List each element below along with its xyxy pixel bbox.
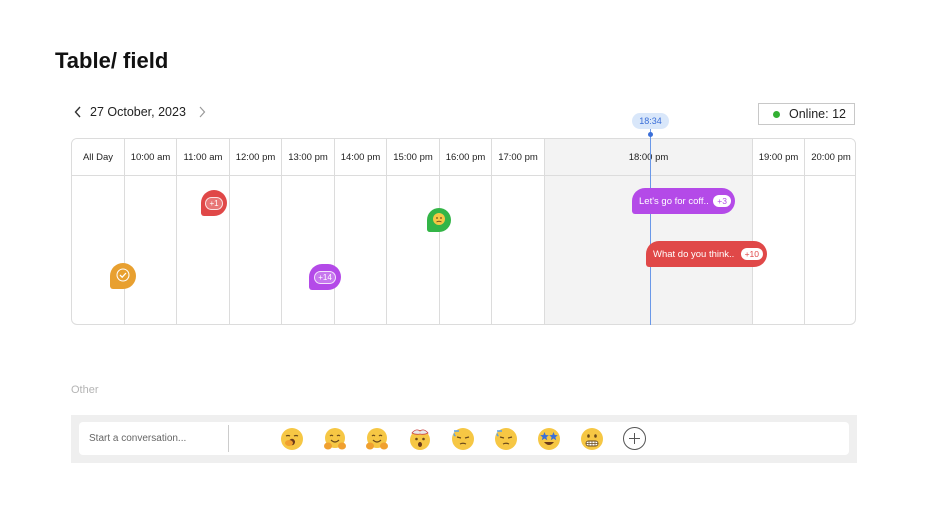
column-20pm: 20:00 pm bbox=[805, 139, 855, 324]
conversation-input[interactable]: Start a conversation... bbox=[79, 422, 849, 455]
column-header: 10:00 am bbox=[125, 139, 176, 176]
column-11am: 11:00 am bbox=[177, 139, 230, 324]
schedule-grid: All Day 10:00 am 11:00 am 12:00 pm 13:00… bbox=[71, 138, 856, 325]
column-13pm: 13:00 pm bbox=[282, 139, 335, 324]
plus-circle-icon[interactable] bbox=[623, 427, 646, 450]
column-header: 12:00 pm bbox=[230, 139, 281, 176]
hugging-face-emoji-icon[interactable] bbox=[323, 427, 347, 451]
all-day-event[interactable] bbox=[110, 263, 136, 289]
column-header: 11:00 am bbox=[177, 139, 229, 176]
event-pill-coffee[interactable]: Let's go for coff.. +3 bbox=[632, 188, 735, 214]
column-header: All Day bbox=[72, 139, 124, 176]
current-time-label: 18:34 bbox=[632, 113, 669, 129]
online-status: Online: 12 bbox=[758, 103, 855, 125]
other-section-label: Other bbox=[71, 384, 99, 396]
current-time-dot bbox=[648, 132, 653, 137]
date-navigator: 27 October, 2023 bbox=[70, 103, 210, 121]
event-count-badge: +10 bbox=[740, 248, 763, 260]
event-group-11am[interactable]: +1 bbox=[201, 190, 227, 216]
event-group-13pm[interactable]: +14 bbox=[309, 264, 341, 290]
column-all-day: All Day bbox=[72, 139, 125, 324]
column-header: 14:00 pm bbox=[335, 139, 386, 176]
column-16pm: 16:00 pm bbox=[440, 139, 492, 324]
column-header: 17:00 pm bbox=[492, 139, 544, 176]
downcast-sweat-face-emoji-icon[interactable] bbox=[451, 427, 475, 451]
yawning-face-emoji-icon[interactable] bbox=[280, 427, 304, 451]
event-count-badge: +14 bbox=[314, 270, 336, 284]
check-icon bbox=[116, 268, 130, 284]
column-header: 15:00 pm bbox=[387, 139, 439, 176]
online-label: Online: 12 bbox=[789, 107, 846, 121]
column-17pm: 17:00 pm bbox=[492, 139, 545, 324]
current-date: 27 October, 2023 bbox=[90, 105, 186, 119]
column-10am: 10:00 am bbox=[125, 139, 177, 324]
conversation-placeholder: Start a conversation... bbox=[89, 433, 187, 444]
page-title: Table/ field bbox=[55, 48, 169, 73]
column-header: 18:00 pm bbox=[545, 139, 752, 176]
column-header: 20:00 pm bbox=[805, 139, 855, 176]
star-struck-emoji-icon[interactable] bbox=[537, 427, 561, 451]
chevron-left-icon[interactable] bbox=[70, 104, 86, 120]
column-header: 16:00 pm bbox=[440, 139, 491, 176]
column-18pm: 18:00 pm bbox=[545, 139, 753, 324]
event-16pm[interactable] bbox=[427, 208, 451, 232]
online-dot-icon bbox=[773, 110, 780, 118]
event-text: What do you think.. bbox=[653, 248, 735, 260]
chevron-right-icon[interactable] bbox=[194, 104, 210, 120]
event-count-badge: +3 bbox=[713, 195, 731, 207]
grimacing-face-emoji-icon[interactable] bbox=[580, 427, 604, 451]
face-emoji-icon bbox=[432, 212, 446, 228]
event-text: Let's go for coff.. bbox=[639, 195, 709, 207]
hugging-face-emoji-icon[interactable] bbox=[365, 427, 389, 451]
divider bbox=[228, 425, 229, 452]
column-12pm: 12:00 pm bbox=[230, 139, 282, 324]
event-pill-think[interactable]: What do you think.. +10 bbox=[646, 241, 767, 267]
column-14pm: 14:00 pm bbox=[335, 139, 387, 324]
event-count-badge: +1 bbox=[205, 196, 223, 210]
current-time-line bbox=[650, 129, 651, 325]
column-header: 13:00 pm bbox=[282, 139, 334, 176]
exploding-head-emoji-icon[interactable] bbox=[408, 427, 432, 451]
column-19pm: 19:00 pm bbox=[753, 139, 805, 324]
message-composer: Start a conversation... bbox=[71, 415, 857, 463]
column-header: 19:00 pm bbox=[753, 139, 804, 176]
downcast-sweat-face-emoji-icon[interactable] bbox=[494, 427, 518, 451]
